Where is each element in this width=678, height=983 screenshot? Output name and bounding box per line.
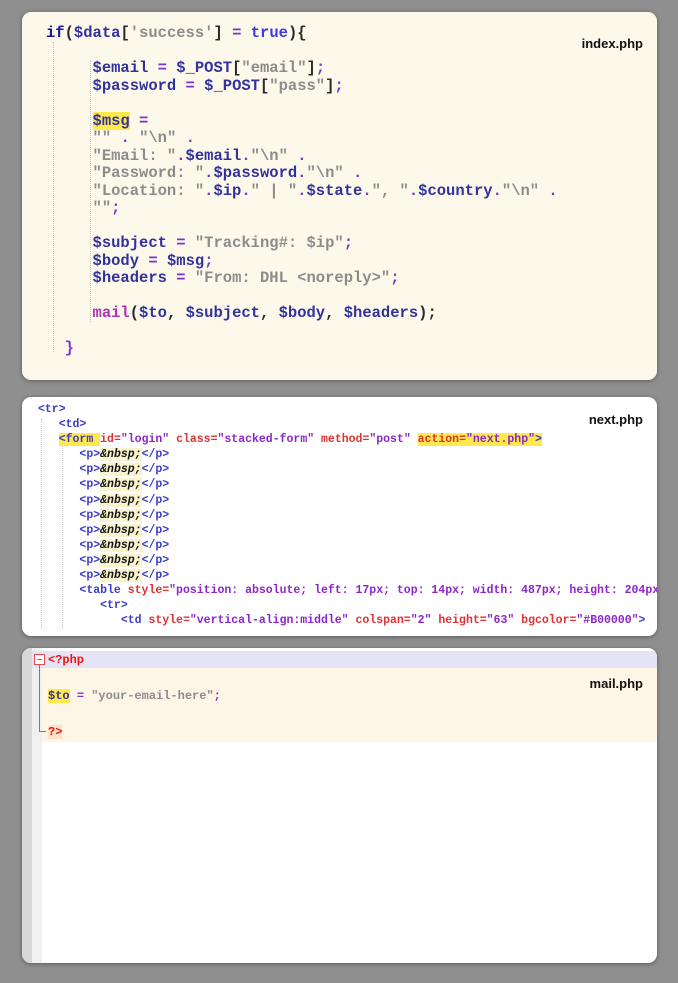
fold-bracket-tick xyxy=(39,731,46,732)
fold-bracket-line xyxy=(39,665,40,731)
fold-margin xyxy=(32,648,42,963)
code-area-index-php: if($data['success'] = true){ $email = $_… xyxy=(46,25,558,358)
code-area-next-php: <tr> <td> <form id="login" class="stacke… xyxy=(38,402,657,628)
file-label-mail-php: mail.php xyxy=(590,676,643,691)
editor-gutter xyxy=(22,648,32,963)
code-panel-next-php: next.php <tr> <td> <form id="login" clas… xyxy=(22,397,657,636)
minus-icon xyxy=(37,659,42,660)
file-label-next-php: next.php xyxy=(589,412,643,427)
code-panel-index-php: index.php if($data['success'] = true){ $… xyxy=(22,12,657,380)
fold-collapse-icon[interactable] xyxy=(34,654,45,665)
code-area-mail-php: <?php $to = "your-email-here"; ?> xyxy=(48,651,221,741)
file-label-index-php: index.php xyxy=(582,36,643,51)
code-panel-mail-php: mail.php <?php $to = "your-email-here"; … xyxy=(22,648,657,963)
